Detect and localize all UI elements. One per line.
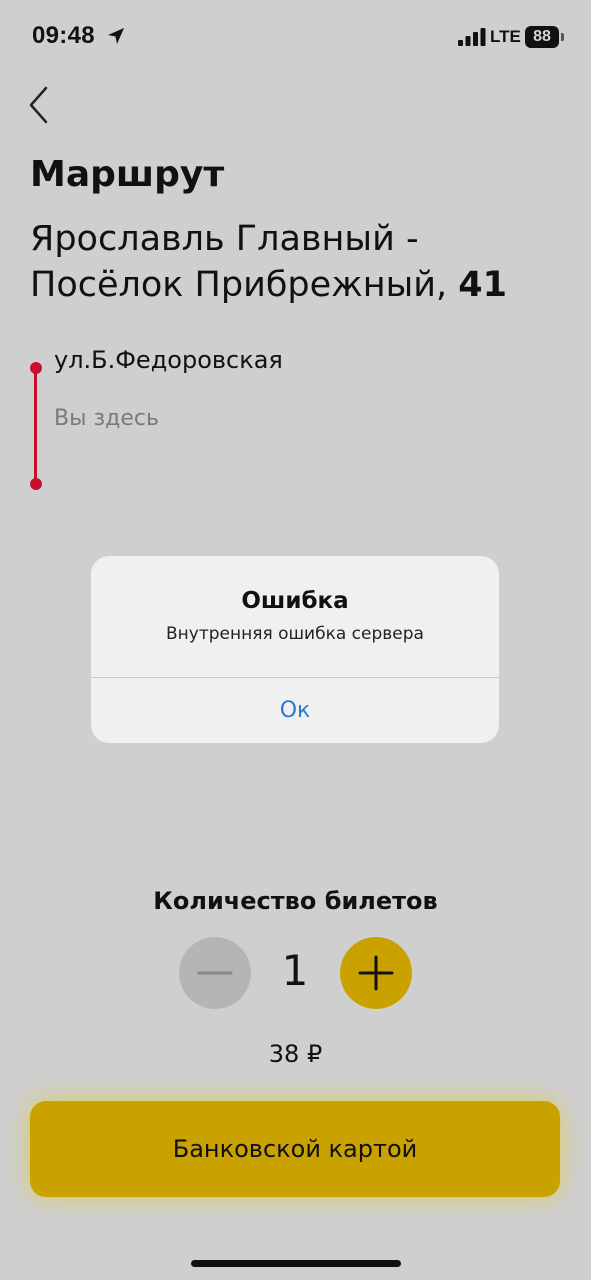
alert-ok-button[interactable]: Ок: [91, 678, 499, 743]
signal-bars-icon: [458, 28, 486, 46]
route-name: Ярославль Главный - Посёлок Прибрежный, …: [30, 216, 570, 308]
route-number: 41: [458, 265, 507, 305]
route-name-text: Ярославль Главный - Посёлок Прибрежный,: [30, 219, 448, 305]
tickets-count-label: Количество билетов: [153, 887, 438, 915]
minus-icon: [197, 971, 233, 975]
network-type: LTE: [490, 27, 521, 46]
route-line: [34, 368, 37, 484]
error-alert: Ошибка Внутренняя ошибка сервера Ок: [91, 556, 499, 743]
plus-icon: [358, 955, 394, 991]
back-button[interactable]: [22, 80, 62, 130]
status-bar: 09:48 LTE 88: [0, 0, 591, 76]
current-location-note: Вы здесь: [54, 406, 159, 431]
home-indicator: [191, 1260, 401, 1267]
ticket-price: 38 ₽: [268, 1040, 323, 1068]
battery-tip: [561, 33, 564, 41]
decrease-tickets-button[interactable]: [179, 937, 251, 1009]
ticket-count: 1: [281, 946, 309, 995]
alert-message: Внутренняя ошибка сервера: [166, 624, 424, 644]
alert-title: Ошибка: [241, 588, 349, 614]
current-stop-name: ул.Б.Федоровская: [54, 346, 283, 374]
status-time: 09:48: [32, 22, 95, 49]
increase-tickets-button[interactable]: [340, 937, 412, 1009]
location-arrow-icon: [108, 28, 124, 44]
battery-icon: 88: [525, 26, 559, 48]
route-start-dot: [30, 362, 42, 374]
page-title: Маршрут: [30, 154, 225, 195]
route-end-dot: [30, 478, 42, 490]
pay-by-card-button[interactable]: Банковской картой: [30, 1101, 560, 1197]
chevron-left-icon: [29, 86, 48, 124]
